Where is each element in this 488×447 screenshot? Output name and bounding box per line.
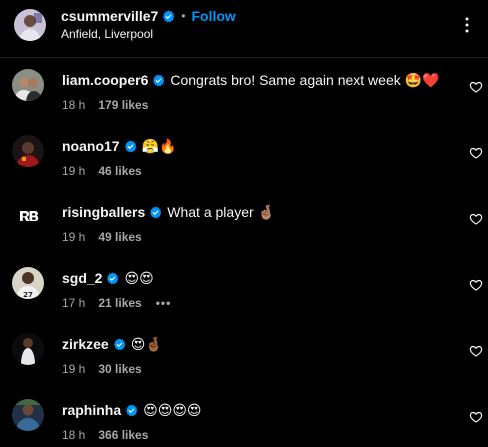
- commenter-avatar-image: [12, 69, 44, 101]
- verified-badge-icon: [106, 272, 119, 285]
- commenter-avatar-image: 27: [12, 267, 44, 299]
- comment-item: noano17 😤🔥 19 h 46 likes: [0, 135, 488, 195]
- comment-time[interactable]: 19 h: [62, 230, 85, 244]
- commenter-username[interactable]: risingballers: [62, 204, 145, 220]
- comment-time[interactable]: 18 h: [62, 98, 85, 112]
- commenter-avatar[interactable]: [12, 399, 44, 431]
- comment-text: What a player 🤞🏽: [167, 203, 275, 220]
- heart-outline-icon[interactable]: [469, 80, 483, 94]
- verified-badge-icon: [152, 74, 165, 87]
- comment-likes[interactable]: 21 likes: [98, 296, 141, 310]
- comment-likes[interactable]: 46 likes: [98, 164, 141, 178]
- commenter-username[interactable]: zirkzee: [62, 336, 109, 352]
- commenter-username[interactable]: raphinha: [62, 402, 121, 418]
- verified-badge-icon: [125, 404, 138, 417]
- author-avatar-image: [14, 9, 46, 41]
- risingballers-logo: [12, 201, 44, 233]
- comment-time[interactable]: 17 h: [62, 296, 85, 310]
- commenter-avatar[interactable]: [12, 69, 44, 101]
- comment-item: liam.cooper6 Congrats bro! Same again ne…: [0, 69, 488, 129]
- more-options-icon[interactable]: [458, 16, 476, 34]
- comment-likes[interactable]: 179 likes: [98, 98, 148, 112]
- commenter-username[interactable]: liam.cooper6: [62, 72, 148, 88]
- commenter-username[interactable]: noano17: [62, 138, 120, 154]
- comment-likes[interactable]: 366 likes: [98, 428, 148, 442]
- commenter-avatar[interactable]: [12, 333, 44, 365]
- comment-text: 😍😍: [124, 269, 154, 286]
- post-location[interactable]: Anfield, Liverpool: [61, 27, 153, 41]
- commenter-username[interactable]: sgd_2: [62, 270, 102, 286]
- comment-item: 27 sgd_2 😍😍 17 h 21 likes •••: [0, 267, 488, 327]
- comment-likes[interactable]: 49 likes: [98, 230, 141, 244]
- commenter-avatar[interactable]: [12, 135, 44, 167]
- verified-badge-icon: [113, 338, 126, 351]
- follow-button[interactable]: Follow: [192, 8, 236, 24]
- commenter-avatar-image: [12, 333, 44, 365]
- comment-time[interactable]: 19 h: [62, 362, 85, 376]
- heart-outline-icon[interactable]: [469, 344, 483, 358]
- commenter-avatar[interactable]: 27: [12, 267, 44, 299]
- svg-text:27: 27: [23, 291, 33, 299]
- verified-badge-icon: [149, 206, 162, 219]
- post-header: csummerville7 • Follow Anfield, Liverpoo…: [0, 0, 488, 58]
- heart-outline-icon[interactable]: [469, 278, 483, 292]
- comment-text: 😍🤞🏾: [130, 335, 163, 352]
- comment-likes[interactable]: 30 likes: [98, 362, 141, 376]
- commenter-avatar[interactable]: [12, 201, 44, 233]
- verified-badge-icon: [124, 140, 137, 153]
- comment-text: 😤🔥: [141, 137, 177, 154]
- comment-time[interactable]: 18 h: [62, 428, 85, 442]
- commenter-avatar-image: [12, 399, 44, 431]
- comment-item: risingballers What a player 🤞🏽 19 h 49 l…: [0, 201, 488, 261]
- comment-item: raphinha 😍😍😍😍 18 h 366 likes: [0, 399, 488, 447]
- commenter-avatar-image: [12, 135, 44, 167]
- comment-item: zirkzee 😍🤞🏾 19 h 30 likes: [0, 333, 488, 393]
- heart-outline-icon[interactable]: [469, 410, 483, 424]
- author-username[interactable]: csummerville7: [61, 8, 158, 24]
- comment-text: 😍😍😍😍: [143, 401, 202, 418]
- heart-outline-icon[interactable]: [469, 212, 483, 226]
- comment-time[interactable]: 19 h: [62, 164, 85, 178]
- separator-dot: •: [181, 9, 186, 23]
- comment-text: Congrats bro! Same again next week 🤩❤️: [170, 71, 440, 88]
- verified-badge-icon: [162, 10, 175, 23]
- author-avatar[interactable]: [14, 9, 46, 41]
- heart-outline-icon[interactable]: [469, 146, 483, 160]
- comment-options-icon[interactable]: •••: [156, 296, 172, 310]
